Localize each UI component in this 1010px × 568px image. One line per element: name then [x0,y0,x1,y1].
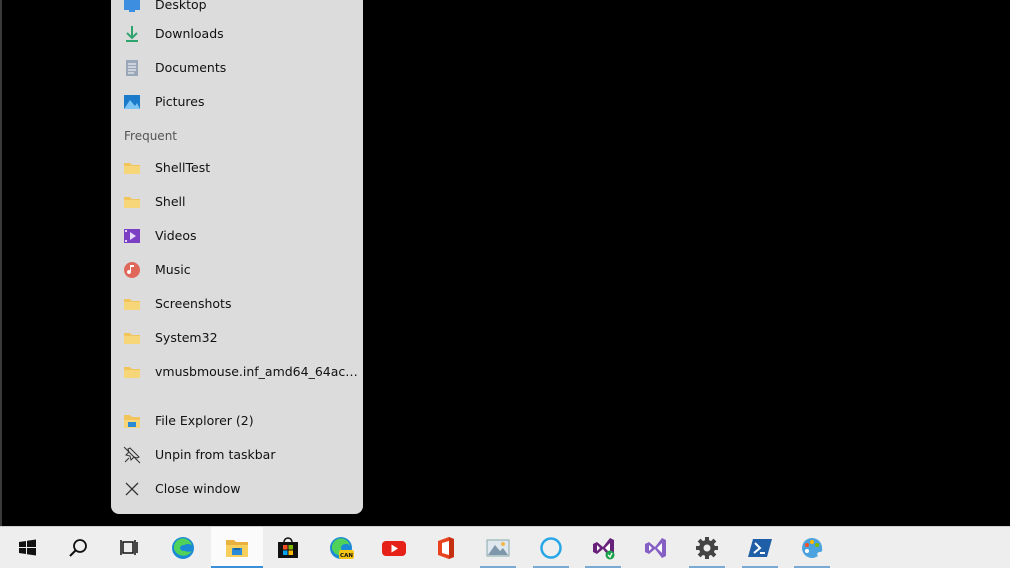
frequent-section-header: Frequent [124,129,177,143]
downloads-folder-icon [126,26,138,42]
jumplist-item-music[interactable]: Music [111,253,363,287]
gear-icon [696,537,718,559]
jumplist-item-label: Documents [155,60,227,75]
youtube-icon [382,541,406,556]
taskbar: CAN [0,526,1010,568]
jumplist-item-label: Shell [155,194,186,209]
store-button[interactable] [262,527,314,568]
pictures-folder-icon [124,95,140,109]
folder-icon [124,367,140,378]
folder-icon [124,299,140,310]
jumplist-item-label: vmusbmouse.inf_amd64_64ac7a0a... [155,364,359,379]
desktop-background: Desktop Downloads Documents Pictures Fre… [0,0,1010,568]
jumplist-item-downloads[interactable]: Downloads [111,17,363,51]
jumplist-item-shelltest[interactable]: ShellTest [111,151,363,185]
jumplist-item-close-window[interactable]: Close window [111,472,363,506]
canary-badge-text: CAN [340,553,353,559]
documents-folder-icon [126,60,138,76]
cortana-button[interactable] [525,527,577,568]
jumplist-item-videos[interactable]: Videos [111,219,363,253]
youtube-button[interactable] [368,527,420,568]
start-button[interactable] [2,527,54,568]
visual-studio-preview-button[interactable] [577,527,629,568]
jumplist-item-label: Music [155,262,191,277]
visual-studio-preview-icon [593,538,615,560]
desktop-folder-icon [124,0,140,12]
jumplist-item-label: System32 [155,330,218,345]
task-view-icon [120,540,138,555]
jumplist-item-unpin[interactable]: Unpin from taskbar [111,438,363,472]
powershell-icon [748,539,772,557]
visual-studio-icon [645,538,666,558]
cortana-icon [540,537,562,559]
edge-canary-button[interactable]: CAN [315,527,367,568]
jumplist-item-file-explorer[interactable]: File Explorer (2) [111,404,363,438]
task-view-button[interactable] [104,527,156,568]
search-icon [69,539,87,557]
jumplist-item-label: Unpin from taskbar [155,447,276,462]
folder-icon [124,197,140,208]
paint-button[interactable] [786,527,838,568]
jumplist-item-label: Pictures [155,94,205,109]
landscape-app-icon [486,539,510,557]
music-folder-icon [124,262,140,278]
jumplist-item-vmusbmouse[interactable]: vmusbmouse.inf_amd64_64ac7a0a... [111,355,363,389]
office-icon [438,537,454,559]
visual-studio-button[interactable] [629,527,681,568]
search-button[interactable] [53,527,105,568]
folder-icon [124,163,140,174]
jumplist-item-label: Close window [155,481,241,496]
jumplist-item-label: Videos [155,228,197,243]
edge-icon [172,537,194,559]
videos-folder-icon [124,229,140,243]
jumplist-item-label: Downloads [155,26,224,41]
jumplist-item-pictures[interactable]: Pictures [111,85,363,119]
settings-button[interactable] [681,527,733,568]
jumplist-item-label: File Explorer (2) [155,413,254,428]
file-explorer-icon [226,540,248,557]
jumplist-item-system32[interactable]: System32 [111,321,363,355]
window-edge [0,0,2,526]
photos-app-button[interactable] [472,527,524,568]
office-button[interactable] [420,527,472,568]
paint-icon [802,537,823,558]
jumplist-item-shell[interactable]: Shell [111,185,363,219]
store-icon [278,537,298,558]
powershell-button[interactable] [734,527,786,568]
windows-logo-icon [19,539,36,556]
jumplist-item-documents[interactable]: Documents [111,51,363,85]
edge-canary-icon: CAN [330,537,354,559]
folder-icon [124,333,140,344]
file-explorer-button[interactable] [211,527,263,568]
jumplist-item-screenshots[interactable]: Screenshots [111,287,363,321]
file-explorer-jump-list: Desktop Downloads Documents Pictures Fre… [111,0,363,514]
edge-button[interactable] [157,527,209,568]
close-icon [125,482,139,496]
jumplist-item-label: ShellTest [155,160,211,175]
file-explorer-icon [124,415,140,428]
unpin-icon [123,446,141,464]
jumplist-item-label: Screenshots [155,296,232,311]
